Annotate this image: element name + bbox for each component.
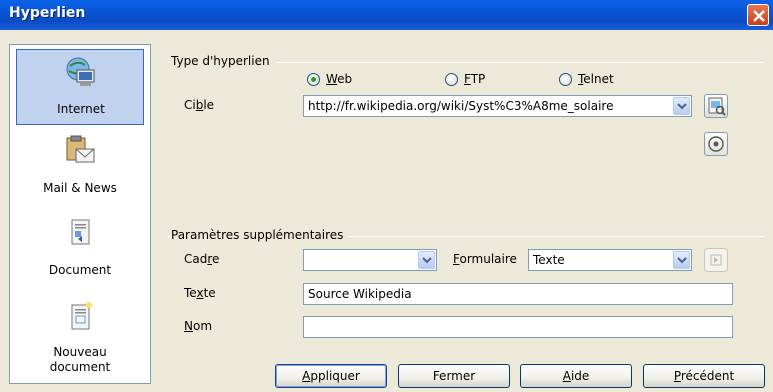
sidebar-item-label: Mail & News	[43, 181, 117, 195]
chevron-down-icon	[422, 257, 432, 264]
form-label: Formulaire	[453, 252, 517, 266]
radio-checked-indicator	[307, 72, 320, 86]
browse-web-icon	[708, 97, 726, 116]
form-value: Texte	[533, 253, 565, 267]
extra-settings-heading: Paramètres supplémentaires	[171, 228, 350, 242]
frame-label: Cadre	[184, 252, 220, 266]
target-url-value: http://fr.wikipedia.org/wiki/Syst%C3%A8m…	[308, 99, 614, 113]
apply-button[interactable]: Appliquer	[275, 364, 387, 388]
sidebar-item-document[interactable]: Document	[16, 211, 144, 287]
sidebar-item-label: Internet	[57, 102, 105, 116]
text-label: Texte	[184, 286, 216, 300]
sidebar-item-label: Document	[48, 263, 112, 277]
hyperlink-dialog: Hyperlien Internet Mail & News Document …	[0, 0, 773, 392]
name-input[interactable]	[303, 316, 733, 338]
previous-button[interactable]: Précédent	[643, 364, 765, 388]
document-icon	[71, 219, 90, 245]
sidebar-item-new-document[interactable]: Nouveau document	[16, 295, 144, 374]
help-button[interactable]: Aide	[520, 364, 632, 388]
window-title: Hyperlien	[9, 5, 86, 21]
new-document-icon	[71, 302, 92, 330]
radio-unchecked-indicator	[445, 72, 458, 86]
events-button[interactable]	[704, 248, 728, 272]
chevron-down-icon	[677, 103, 687, 110]
target-in-document-button[interactable]	[704, 132, 728, 156]
close-button[interactable]: Fermer	[398, 364, 510, 388]
mail-news-icon	[66, 135, 95, 163]
radio-web[interactable]: Web	[307, 72, 352, 86]
form-dropdown-button[interactable]	[673, 251, 690, 269]
title-bar[interactable]: Hyperlien	[0, 0, 773, 30]
sidebar-item-label: Nouveau document	[49, 345, 111, 374]
chevron-down-icon	[677, 257, 687, 264]
events-icon	[710, 254, 722, 266]
radio-ftp-label: FTP	[464, 72, 486, 86]
sidebar-item-mail-news[interactable]: Mail & News	[16, 129, 144, 205]
target-icon	[708, 136, 724, 152]
form-combobox[interactable]: Texte	[528, 249, 692, 271]
radio-ftp[interactable]: FTP	[445, 72, 485, 86]
frame-combobox[interactable]	[303, 249, 437, 271]
target-url-combobox[interactable]: http://fr.wikipedia.org/wiki/Syst%C3%A8m…	[303, 95, 692, 117]
hyperlink-category-list: Internet Mail & News Document Nouveau do…	[9, 44, 151, 384]
hyperlink-type-heading: Type d'hyperlien	[171, 54, 276, 68]
web-browser-button[interactable]	[704, 94, 728, 118]
radio-web-label: Web	[326, 72, 353, 86]
frame-dropdown-button[interactable]	[418, 251, 435, 269]
close-icon	[753, 10, 765, 22]
sidebar-item-internet[interactable]: Internet	[16, 49, 144, 125]
target-url-dropdown-button[interactable]	[673, 97, 690, 115]
text-input[interactable]: Source Wikipedia	[303, 283, 733, 305]
radio-telnet-label: Telnet	[578, 72, 614, 86]
radio-telnet[interactable]: Telnet	[559, 72, 614, 86]
name-label: Nom	[184, 319, 213, 333]
radio-unchecked-indicator	[559, 72, 572, 86]
internet-globe-computer-icon	[66, 57, 95, 86]
close-window-button[interactable]	[747, 4, 769, 26]
target-label: Cible	[184, 98, 215, 112]
